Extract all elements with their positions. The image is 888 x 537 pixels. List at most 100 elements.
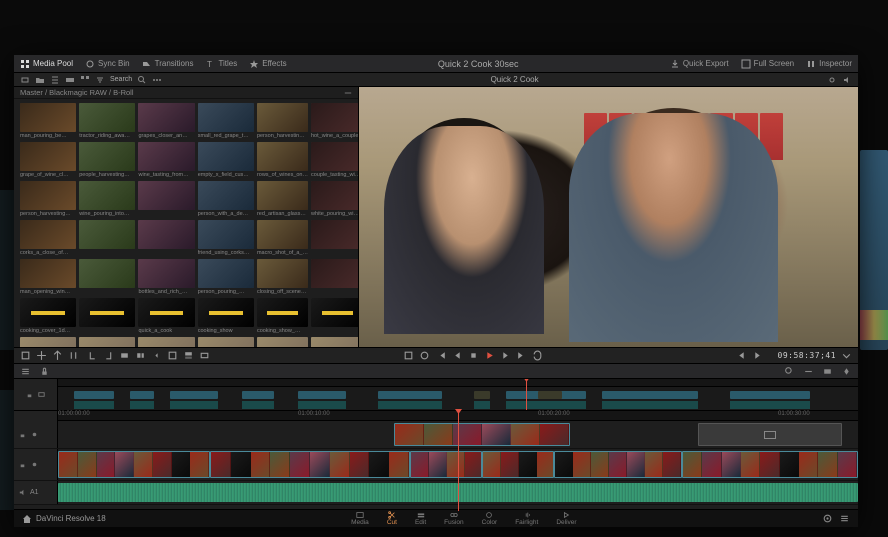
media-pool-item[interactable]: tractor_riding_awa… [79,103,135,139]
jog-icon[interactable] [419,350,430,361]
breadcrumb[interactable]: Master / Blackmagic RAW / B-Roll [20,88,134,97]
page-tab-edit[interactable]: Edit [407,511,434,526]
media-pool-item[interactable]: empty_x_field_cus… [198,142,254,178]
media-pool-item[interactable]: wine_tasting_from… [138,142,194,178]
media-pool-item[interactable] [79,298,135,334]
tools-icon[interactable] [20,350,31,361]
video-clip[interactable] [210,451,410,478]
visibility-icon[interactable] [30,460,39,469]
next-edit-icon[interactable] [752,350,763,361]
viewer-frame[interactable] [359,87,858,347]
audio-icon[interactable] [842,75,852,85]
preferences-icon[interactable] [839,513,850,524]
thumb-view-icon[interactable] [80,75,90,85]
source-audio[interactable] [298,401,346,409]
media-pool-item[interactable]: corks_a_close_of… [20,220,76,256]
source-audio[interactable] [378,401,442,409]
upper-playhead[interactable] [526,379,527,410]
upper-timeline-body[interactable] [58,379,858,410]
page-tab-fairlight[interactable]: Fairlight [507,511,546,526]
nav-titles[interactable]: T Titles [205,59,237,69]
media-pool-item[interactable]: grape_of_wine_cl… [20,142,76,178]
lock-icon[interactable] [39,366,50,377]
smart-insert-icon[interactable] [119,350,130,361]
more-icon[interactable] [152,75,162,85]
media-pool-item[interactable] [138,181,194,217]
stop-icon[interactable] [468,350,479,361]
import-icon[interactable] [20,75,30,85]
folder-icon[interactable] [35,75,45,85]
media-pool-item[interactable]: cooking_show_… [257,298,308,334]
source-clip[interactable] [378,391,442,399]
media-pool-item[interactable]: Williams_Moments_t… [79,337,135,347]
lock-icon[interactable] [25,390,34,399]
video-only-icon[interactable] [822,366,833,377]
source-overwrite-icon[interactable] [199,350,210,361]
media-pool-item[interactable]: person_pouring_… [198,259,254,295]
title-clip[interactable] [698,423,842,446]
video-clip[interactable] [394,423,570,446]
settings-icon[interactable] [827,75,837,85]
media-pool-item[interactable]: white_pouring_wi… [311,181,358,217]
source-clip[interactable] [538,391,562,399]
nav-quick-export[interactable]: Quick Export [670,59,729,69]
page-tab-deliver[interactable]: Deliver [548,511,584,526]
media-pool-item[interactable] [311,337,358,347]
lock-icon[interactable] [18,430,27,439]
media-pool-item[interactable]: Williams_Moments_t… [198,337,254,347]
media-pool-item[interactable] [138,220,194,256]
lock-icon[interactable] [18,460,27,469]
visibility-icon[interactable] [30,430,39,439]
source-clip[interactable] [298,391,346,399]
mute-icon[interactable] [18,488,27,497]
source-clip[interactable] [74,391,114,399]
video-clip[interactable] [410,451,482,478]
media-pool-item[interactable]: grapes_closer_an… [138,103,194,139]
page-tab-cut[interactable]: Cut [379,511,405,526]
zoom-icon[interactable] [784,366,795,377]
nav-full-screen[interactable]: Full Screen [741,59,794,69]
place-on-top-icon[interactable] [183,350,194,361]
source-audio[interactable] [730,401,810,409]
media-pool-item[interactable]: person_harvestin… [257,103,308,139]
media-pool-item[interactable]: Williams_Moments_t… [138,337,194,347]
upper-ruler[interactable] [58,379,858,387]
next-icon[interactable] [500,350,511,361]
media-pool-item[interactable] [311,259,358,295]
video-clip[interactable] [58,451,210,478]
media-pool-item[interactable]: Williams_Moments_t… [20,337,76,347]
media-pool-item[interactable]: wine_pouring_into… [79,181,135,217]
prev-edit-icon[interactable] [736,350,747,361]
video-clip[interactable] [554,451,682,478]
source-audio[interactable] [74,401,114,409]
nav-transitions[interactable]: Transitions [142,59,194,69]
home-icon[interactable] [22,514,32,524]
prev-icon[interactable] [452,350,463,361]
marker-icon[interactable] [841,366,852,377]
media-pool-item[interactable]: Quick2Cook… [257,337,308,347]
media-pool-item[interactable]: small_red_grape_t… [198,103,254,139]
source-clip[interactable] [242,391,274,399]
track-header-a1[interactable]: A1 [14,481,58,504]
loop-icon[interactable] [532,350,543,361]
media-pool-item[interactable]: rows_of_wines_on… [257,142,308,178]
timecode-menu-icon[interactable] [841,350,852,361]
go-last-icon[interactable] [516,350,527,361]
source-clip[interactable] [170,391,218,399]
media-pool-item[interactable]: person_with_a_de… [198,181,254,217]
boring-detector-icon[interactable] [36,350,47,361]
page-tab-media[interactable]: Media [343,511,377,526]
track-icon[interactable] [37,390,46,399]
media-pool-item[interactable]: cooking_cover_1d… [20,298,76,334]
media-pool-item[interactable] [79,259,135,295]
nav-inspector[interactable]: Inspector [806,59,852,69]
media-pool-item[interactable]: person_harvesting… [20,181,76,217]
close-up-icon[interactable] [167,350,178,361]
transform-icon[interactable] [403,350,414,361]
nav-effects[interactable]: Effects [249,59,286,69]
track-header-v2[interactable] [14,421,58,448]
media-pool-item[interactable]: friend_using_corks… [198,220,254,256]
audio-clip[interactable] [58,483,458,502]
source-clip[interactable] [130,391,154,399]
search-icon[interactable] [137,75,147,85]
